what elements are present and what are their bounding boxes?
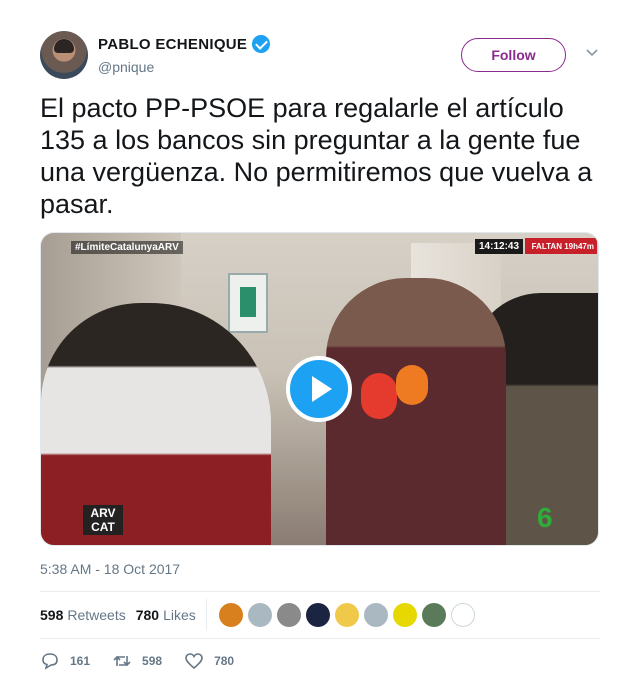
liker-avatar[interactable] <box>363 603 388 627</box>
like-button[interactable]: 780 <box>184 652 234 670</box>
tweet-header: PABLO ECHENIQUE @pnique Follow <box>40 31 600 79</box>
likes-count: 780 <box>135 607 160 623</box>
author-name-row[interactable]: PABLO ECHENIQUE <box>98 35 271 53</box>
retweets-count: 598 <box>40 607 64 623</box>
follow-button[interactable]: Follow <box>461 38 566 72</box>
play-icon[interactable] <box>286 356 352 422</box>
reply-icon <box>42 653 58 670</box>
likers-avatars <box>218 603 475 627</box>
liker-avatar[interactable] <box>392 603 417 627</box>
video-countdown-overlay: FALTAN 19h47m <box>525 238 597 254</box>
microphone-icon <box>361 373 397 419</box>
like-count: 780 <box>214 654 235 668</box>
video-clock-overlay: 14:12:43 <box>475 239 524 254</box>
video-hashtag-overlay: #LímiteCatalunyaARV <box>71 241 183 254</box>
channel-logo-arv-cat: ARV CAT <box>83 505 123 535</box>
divider <box>40 638 600 639</box>
channel-logo-lasexta: 6 <box>537 502 553 533</box>
retweets-stat[interactable]: 598 Retweets <box>40 607 126 623</box>
tweet-text: El pacto PP-PSOE para regalarle el artíc… <box>40 93 593 219</box>
liker-avatar[interactable] <box>421 603 446 627</box>
video-background-picture <box>228 273 268 333</box>
microphone-icon <box>396 365 428 405</box>
retweet-icon <box>113 655 131 667</box>
reply-button[interactable]: 161 <box>40 652 90 670</box>
likes-stat[interactable]: 780 Likes <box>136 607 196 623</box>
tweet-timestamp[interactable]: 5:38 AM - 18 Oct 2017 <box>40 561 180 577</box>
divider <box>205 599 207 631</box>
liker-avatar[interactable] <box>276 603 301 627</box>
liker-avatar[interactable] <box>247 603 272 627</box>
author-handle[interactable]: @pnique <box>98 59 154 75</box>
liker-avatar[interactable] <box>305 603 330 627</box>
author-display-name[interactable]: PABLO ECHENIQUE <box>98 36 247 53</box>
heart-icon <box>185 653 203 670</box>
liker-avatar[interactable] <box>218 603 243 627</box>
video-person-center <box>326 278 506 545</box>
tweet-actions: 161 598 780 <box>40 649 256 673</box>
verified-badge-icon <box>252 35 271 53</box>
liker-avatar[interactable] <box>334 603 359 627</box>
retweets-label: Retweets <box>67 607 126 623</box>
retweet-button[interactable]: 598 <box>112 652 162 670</box>
tweet-stats: 598 Retweets 780 Likes <box>40 592 600 638</box>
likes-label: Likes <box>163 607 196 623</box>
chevron-down-icon[interactable] <box>585 45 599 59</box>
reply-count: 161 <box>70 654 91 668</box>
author-avatar[interactable] <box>40 31 88 79</box>
retweet-count: 598 <box>142 654 163 668</box>
video-person-left <box>41 303 271 545</box>
liker-avatar[interactable] <box>450 603 475 627</box>
